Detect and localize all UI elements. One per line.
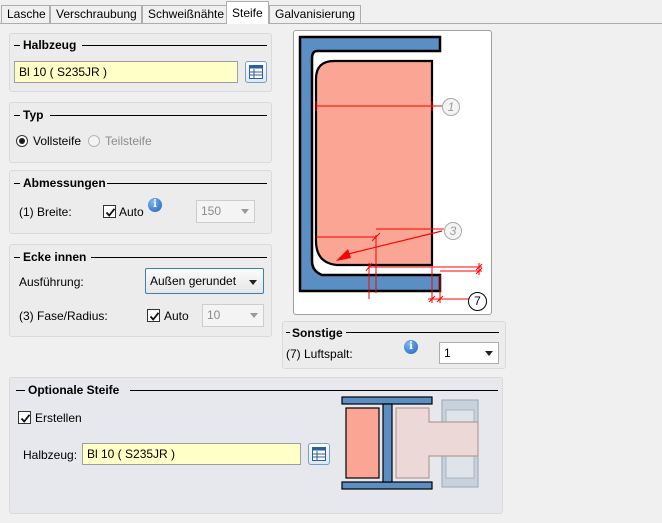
table-lookup-icon bbox=[249, 65, 263, 79]
dimension-marker-1: 1 bbox=[442, 98, 460, 116]
ausfuehrung-label: Ausführung: bbox=[19, 275, 84, 289]
i-beam-top-flange bbox=[341, 396, 433, 405]
ausfuehrung-dropdown[interactable]: Außen gerundet bbox=[145, 268, 264, 294]
stiffener-plate bbox=[314, 59, 434, 267]
tab-lasche[interactable]: Lasche bbox=[1, 5, 50, 23]
ecke-innen-title: Ecke innen bbox=[23, 250, 87, 264]
chevron-down-icon bbox=[250, 313, 258, 318]
fase-radius-label: (3) Fase/Radius: bbox=[19, 309, 108, 323]
fase-value: 10 bbox=[207, 308, 221, 322]
dimension-marker-7: 7 bbox=[468, 292, 487, 311]
optionale-halbzeug-lookup-button[interactable] bbox=[308, 443, 330, 465]
group-line bbox=[107, 183, 267, 184]
optionale-steife-title: Optionale Steife bbox=[28, 383, 120, 397]
halbzeug-title: Halbzeug bbox=[23, 38, 77, 52]
vollsteife-label: Vollsteife bbox=[33, 134, 82, 148]
group-line bbox=[346, 332, 499, 333]
tab-galvanisierung[interactable]: Galvanisierung bbox=[269, 5, 361, 23]
group-line bbox=[14, 45, 20, 46]
luftspalt-info-icon[interactable]: i bbox=[404, 340, 418, 354]
halbzeug-field[interactable]: Bl 10 ( S235JR ) bbox=[14, 61, 238, 83]
erstellen-checkbox[interactable] bbox=[18, 411, 31, 424]
typ-title: Typ bbox=[23, 108, 44, 122]
group-line bbox=[16, 390, 25, 391]
checkmark-icon bbox=[20, 414, 31, 423]
sonstige-title: Sonstige bbox=[292, 326, 343, 340]
vollsteife-radio[interactable] bbox=[16, 135, 28, 147]
stiffener-diagram: 1 3 7 bbox=[293, 30, 492, 315]
group-line bbox=[286, 332, 290, 333]
tab-label: Steife bbox=[232, 6, 263, 20]
typ-group bbox=[9, 102, 272, 163]
halbzeug-lookup-button[interactable] bbox=[245, 61, 267, 83]
tab-divider bbox=[0, 23, 662, 24]
tab-schweissnaehte[interactable]: Schweißnähte bbox=[142, 5, 227, 23]
breite-auto-checkbox[interactable] bbox=[103, 205, 116, 218]
channel-section-drawing bbox=[298, 35, 483, 303]
luftspalt-label: (7) Luftspalt: bbox=[286, 347, 353, 361]
teilsteife-label: Teilsteife bbox=[105, 134, 152, 148]
i-beam-web bbox=[382, 403, 393, 483]
tab-label: Schweißnähte bbox=[148, 7, 225, 21]
chevron-down-icon bbox=[241, 209, 249, 214]
tab-steife[interactable]: Steife bbox=[226, 1, 269, 24]
abmessungen-title: Abmessungen bbox=[23, 176, 106, 190]
chevron-down-icon bbox=[485, 351, 493, 356]
optionale-halbzeug-label: Halbzeug: bbox=[23, 448, 78, 462]
checkmark-icon bbox=[149, 312, 160, 321]
breite-label: (1) Breite: bbox=[19, 205, 72, 219]
group-line bbox=[91, 257, 267, 258]
table-lookup-icon bbox=[312, 447, 326, 461]
fase-auto-checkbox[interactable] bbox=[147, 309, 160, 322]
teilsteife-radio[interactable] bbox=[88, 135, 100, 147]
group-line bbox=[130, 390, 498, 391]
group-line bbox=[14, 257, 20, 258]
tab-label: Verschraubung bbox=[56, 7, 137, 21]
breite-info-icon[interactable]: i bbox=[148, 198, 162, 212]
tab-label: Lasche bbox=[7, 7, 46, 21]
breite-value: 150 bbox=[201, 204, 222, 218]
erstellen-label: Erstellen bbox=[35, 411, 82, 425]
group-line bbox=[14, 115, 20, 116]
luftspalt-dropdown[interactable]: 1 bbox=[439, 342, 499, 364]
i-beam-bottom-flange bbox=[341, 481, 433, 490]
group-line bbox=[14, 183, 20, 184]
group-line bbox=[50, 115, 267, 116]
fase-combo[interactable]: 10 bbox=[202, 304, 264, 327]
optional-stiffener-diagram bbox=[341, 396, 479, 490]
optionale-halbzeug-field[interactable]: Bl 10 ( S235JR ) bbox=[82, 443, 301, 465]
dimension-marker-3: 3 bbox=[444, 222, 462, 240]
breite-combo[interactable]: 150 bbox=[196, 200, 255, 223]
group-line bbox=[82, 45, 267, 46]
fase-auto-label: Auto bbox=[164, 309, 189, 323]
breite-auto-label: Auto bbox=[119, 205, 144, 219]
tab-label: Galvanisierung bbox=[275, 7, 356, 21]
checkmark-icon bbox=[105, 208, 116, 217]
tab-verschraubung[interactable]: Verschraubung bbox=[50, 5, 142, 23]
ausfuehrung-value: Außen gerundet bbox=[150, 274, 237, 288]
existing-stiffener bbox=[345, 407, 380, 479]
chevron-down-icon bbox=[249, 280, 257, 285]
luftspalt-value: 1 bbox=[444, 346, 451, 360]
